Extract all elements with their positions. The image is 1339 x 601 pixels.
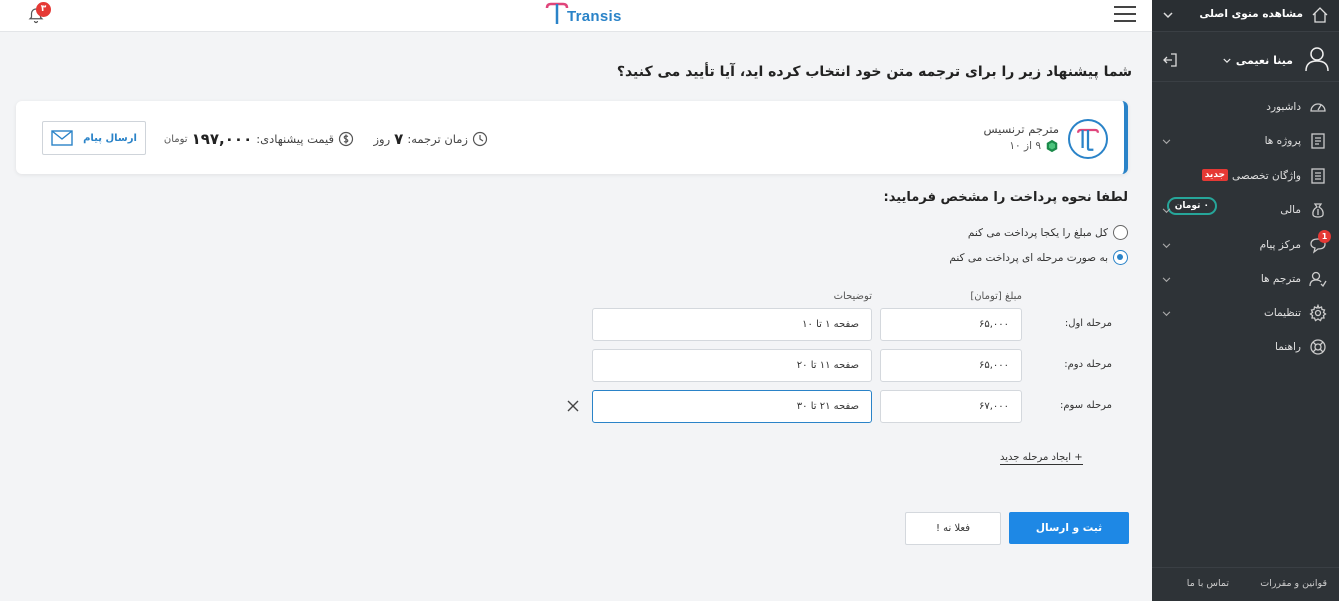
- sidebar-item-projects-label: پروژه ها: [1264, 135, 1301, 147]
- footer-contact-link[interactable]: تماس با ما: [1187, 578, 1229, 589]
- user-name: مینا نعیمی: [1223, 54, 1293, 67]
- sidebar-item-dashboard[interactable]: داشبورد: [1152, 93, 1339, 123]
- sidebar-item-dashboard-label: داشبورد: [1266, 101, 1301, 113]
- home-icon: [1312, 7, 1328, 23]
- add-stage-link[interactable]: + ایجاد مرحله جدید: [1000, 452, 1083, 465]
- chevron-down-icon: [1162, 311, 1171, 317]
- user-name-text: مینا نعیمی: [1235, 54, 1293, 67]
- column-description-header: توضیحات: [833, 291, 872, 302]
- sidebar-item-projects[interactable]: پروژه ها: [1152, 127, 1339, 157]
- stage-1-label: مرحله اول:: [1064, 318, 1112, 329]
- chevron-down-icon: [1162, 139, 1171, 145]
- user-icon: [1305, 47, 1329, 72]
- glossary-icon: [1311, 168, 1325, 184]
- price-value: ۱۹۷,۰۰۰: [191, 130, 253, 148]
- chevron-down-icon: [1162, 243, 1171, 249]
- translator-rating: ۹ از ۱۰: [1009, 139, 1059, 153]
- chevron-down-icon: [1163, 12, 1173, 19]
- main-menu-label: مشاهده منوی اصلی: [1199, 8, 1303, 20]
- sidebar-item-glossary-label: واژگان تخصصی: [1232, 170, 1301, 182]
- notification-badge: ۳: [36, 2, 51, 17]
- send-message-label: ارسال پیام: [83, 132, 137, 144]
- radio-staged-payment[interactable]: به صورت مرحله ای پرداخت می کنم: [949, 250, 1128, 265]
- brand-name: Transis: [567, 8, 622, 25]
- sidebar-item-translators[interactable]: مترجم ها: [1152, 265, 1339, 295]
- top-bar: ۳ Transis: [0, 0, 1152, 32]
- stage-2-description-input[interactable]: صفحه ۱۱ تا ۲۰: [592, 349, 872, 382]
- column-amount-header: مبلغ [تومان]: [970, 291, 1022, 302]
- sidebar-item-help[interactable]: راهنما: [1152, 333, 1339, 363]
- radio-staged-payment-label: به صورت مرحله ای پرداخت می کنم: [949, 251, 1108, 264]
- translators-icon: [1309, 271, 1327, 288]
- not-now-button[interactable]: فعلا نه !: [905, 512, 1001, 545]
- price-label: قیمت پیشنهادی:: [256, 132, 334, 146]
- sidebar-user[interactable]: مینا نعیمی: [1152, 42, 1339, 82]
- radio-staged-payment-control[interactable]: [1113, 250, 1128, 265]
- stage-3-label: مرحله سوم:: [1059, 400, 1112, 411]
- dashboard-icon: [1310, 103, 1326, 112]
- new-badge: جدید: [1201, 169, 1228, 181]
- sidebar-main-menu[interactable]: مشاهده منوی اصلی: [1152, 0, 1339, 32]
- chevron-down-icon: [1162, 208, 1171, 214]
- projects-icon: [1311, 133, 1325, 149]
- sidebar-item-finance[interactable]: مالی ۰ تومان: [1152, 196, 1339, 226]
- clock-icon: [472, 131, 488, 147]
- sidebar-item-glossary[interactable]: واژگان تخصصی جدید: [1152, 162, 1339, 192]
- radio-full-payment-label: کل مبلغ را یکجا پرداخت می کنم: [967, 226, 1108, 239]
- stage-2-label: مرحله دوم:: [1064, 359, 1112, 370]
- translation-time: زمان ترجمه: ۷ روز: [374, 130, 489, 148]
- finance-icon: [1312, 203, 1324, 218]
- time-label: زمان ترجمه:: [407, 132, 468, 146]
- sidebar-item-translators-label: مترجم ها: [1260, 273, 1301, 285]
- sidebar: مشاهده منوی اصلی مینا نعیمی داشبورد پروژ…: [1152, 0, 1339, 601]
- radio-full-payment-control[interactable]: [1113, 225, 1128, 240]
- close-icon[interactable]: [566, 399, 580, 413]
- translator-avatar: [1068, 119, 1108, 159]
- balance-badge: ۰ تومان: [1166, 197, 1217, 215]
- sidebar-footer: قوانین و مقررات تماس با ما: [1152, 567, 1339, 601]
- submit-button[interactable]: ثبت و ارسال: [1009, 512, 1129, 544]
- hamburger-menu-icon[interactable]: [1114, 6, 1136, 22]
- radio-full-payment[interactable]: کل مبلغ را یکجا پرداخت می کنم: [968, 225, 1128, 240]
- time-unit: روز: [373, 132, 391, 146]
- rating-hexagon-icon: [1046, 139, 1058, 153]
- dollar-coin-icon: [338, 131, 354, 147]
- sidebar-item-help-label: راهنما: [1275, 341, 1301, 353]
- stage-1-description-input[interactable]: صفحه ۱ تا ۱۰: [592, 308, 872, 341]
- sidebar-item-messages-label: مرکز پیام: [1259, 239, 1301, 251]
- stage-3-description-input[interactable]: صفحه ۲۱ تا ۳۰: [592, 390, 872, 423]
- time-value: ۷: [394, 130, 404, 148]
- payment-title: لطفا نحوه پرداخت را مشخص فرمایید:: [883, 190, 1128, 205]
- rating-text: ۹ از ۱۰: [1009, 140, 1041, 152]
- offer-card: مترجم ترنسیس ۹ از ۱۰ زمان ترجمه: ۷ روز ق…: [16, 101, 1128, 174]
- footer-rules-link[interactable]: قوانین و مقررات: [1260, 578, 1327, 589]
- sidebar-item-messages[interactable]: 1 مرکز پیام: [1152, 230, 1339, 261]
- chevron-down-icon: [1223, 58, 1231, 63]
- help-icon: [1310, 339, 1326, 355]
- chevron-down-icon: [1162, 277, 1171, 283]
- envelope-icon: [51, 130, 73, 146]
- messages-badge: 1: [1318, 230, 1331, 243]
- logout-icon[interactable]: [1162, 52, 1178, 68]
- stage-1-amount-input[interactable]: ۶۵,۰۰۰: [880, 308, 1022, 341]
- price-unit: تومان: [163, 133, 188, 145]
- main-content: شما پیشنهاد زیر را برای ترجمه متن خود ان…: [0, 32, 1152, 601]
- sidebar-item-finance-label: مالی: [1280, 204, 1301, 216]
- sidebar-item-settings-label: تنظیمات: [1263, 307, 1301, 319]
- stage-3-amount-input[interactable]: ۶۷,۰۰۰: [880, 390, 1022, 423]
- sidebar-item-settings[interactable]: تنظیمات: [1152, 299, 1339, 329]
- proposed-price: قیمت پیشنهادی: ۱۹۷,۰۰۰ تومان: [164, 130, 354, 148]
- stage-2-amount-input[interactable]: ۶۵,۰۰۰: [880, 349, 1022, 382]
- settings-icon: [1309, 304, 1327, 322]
- send-message-button[interactable]: ارسال پیام: [42, 121, 146, 155]
- confirm-question: شما پیشنهاد زیر را برای ترجمه متن خود ان…: [616, 64, 1132, 80]
- translator-name: مترجم ترنسیس: [983, 122, 1059, 136]
